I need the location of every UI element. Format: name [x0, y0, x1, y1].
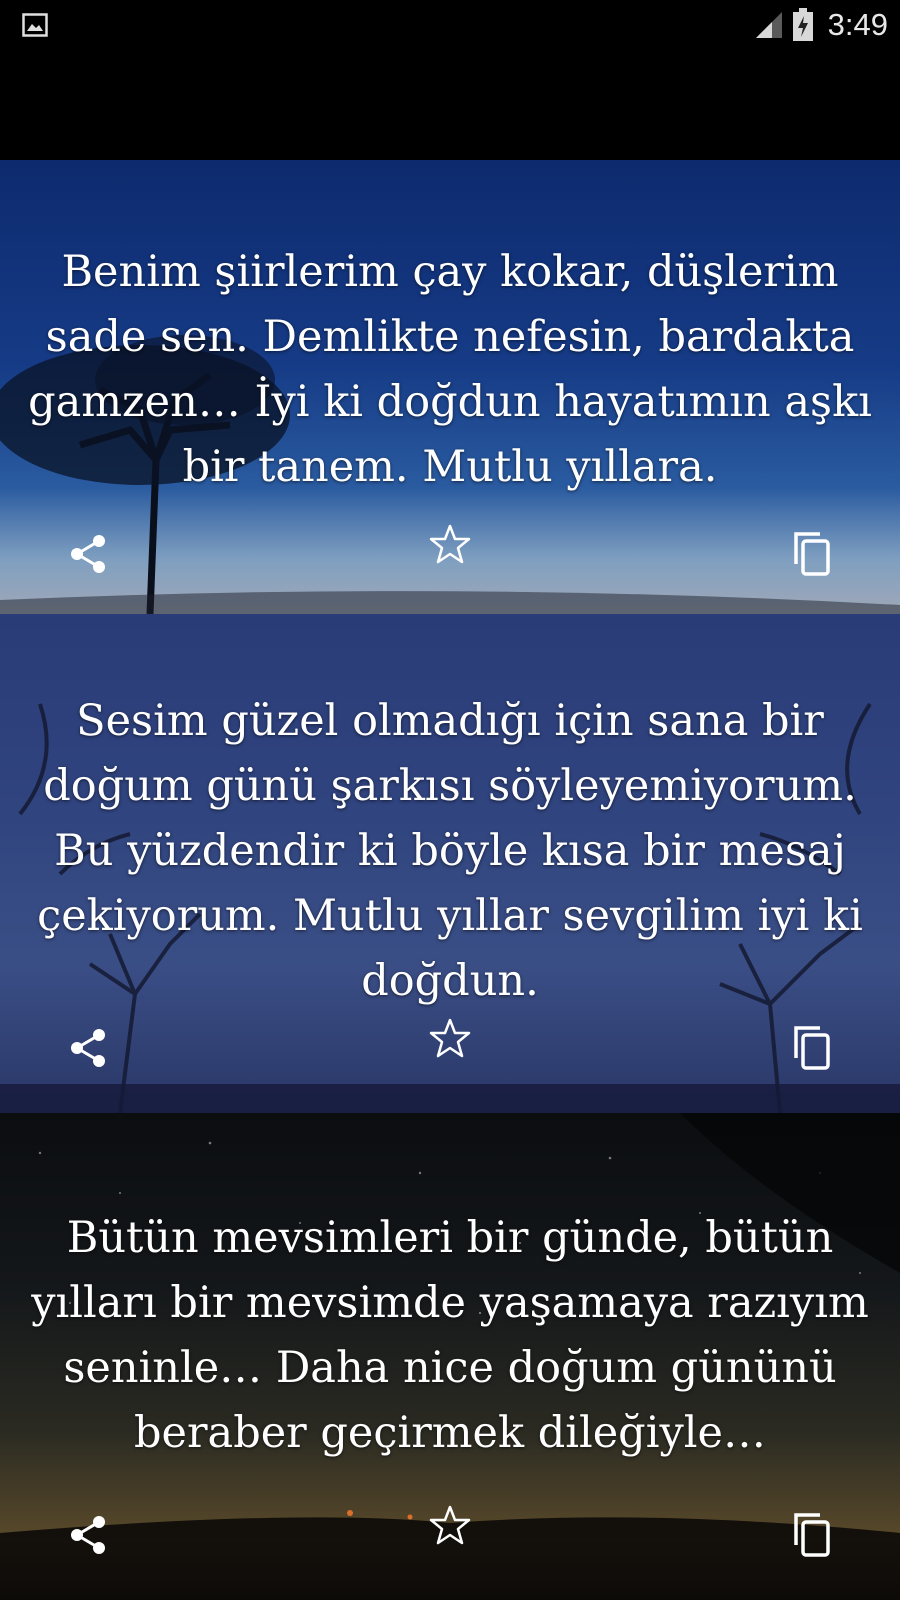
message-text: Bütün mevsimleri bir günde, bütün yıllar… [31, 1213, 869, 1458]
message-actions [0, 1501, 900, 1561]
message-card: Benim şiirlerim çay kokar, düşlerim sade… [0, 160, 900, 614]
app-bar [0, 50, 900, 160]
copy-icon [794, 532, 830, 576]
share-icon [71, 535, 105, 573]
signal-icon [755, 12, 782, 38]
star-outline-icon [429, 524, 471, 564]
image-icon [22, 13, 48, 37]
message-card: Sesim güzel olmadığı için sana bir doğum… [0, 614, 900, 1113]
star-outline-icon [429, 1505, 471, 1545]
copy-button[interactable] [784, 526, 840, 582]
favorite-button[interactable] [422, 1010, 478, 1066]
message-actions [0, 520, 900, 580]
star-outline-icon [429, 1018, 471, 1058]
status-bar: 3:49 [0, 0, 900, 50]
clock: 3:49 [827, 7, 888, 42]
status-indicators: 3:49 [754, 6, 888, 44]
battery-charging-icon [792, 8, 813, 41]
message-actions [0, 1014, 900, 1074]
share-icon [71, 1029, 105, 1067]
copy-button[interactable] [784, 1020, 840, 1076]
share-button[interactable] [60, 526, 116, 582]
message-card: Bütün mevsimleri bir günde, bütün yıllar… [0, 1113, 900, 1600]
share-button[interactable] [60, 1507, 116, 1563]
favorite-button[interactable] [422, 516, 478, 572]
share-icon [71, 1516, 105, 1554]
copy-icon [794, 1513, 830, 1557]
message-text: Sesim güzel olmadığı için sana bir doğum… [37, 696, 863, 1006]
copy-icon [794, 1026, 830, 1070]
favorite-button[interactable] [422, 1497, 478, 1553]
copy-button[interactable] [784, 1507, 840, 1563]
message-text: Benim şiirlerim çay kokar, düşlerim sade… [28, 247, 872, 492]
share-button[interactable] [60, 1020, 116, 1076]
